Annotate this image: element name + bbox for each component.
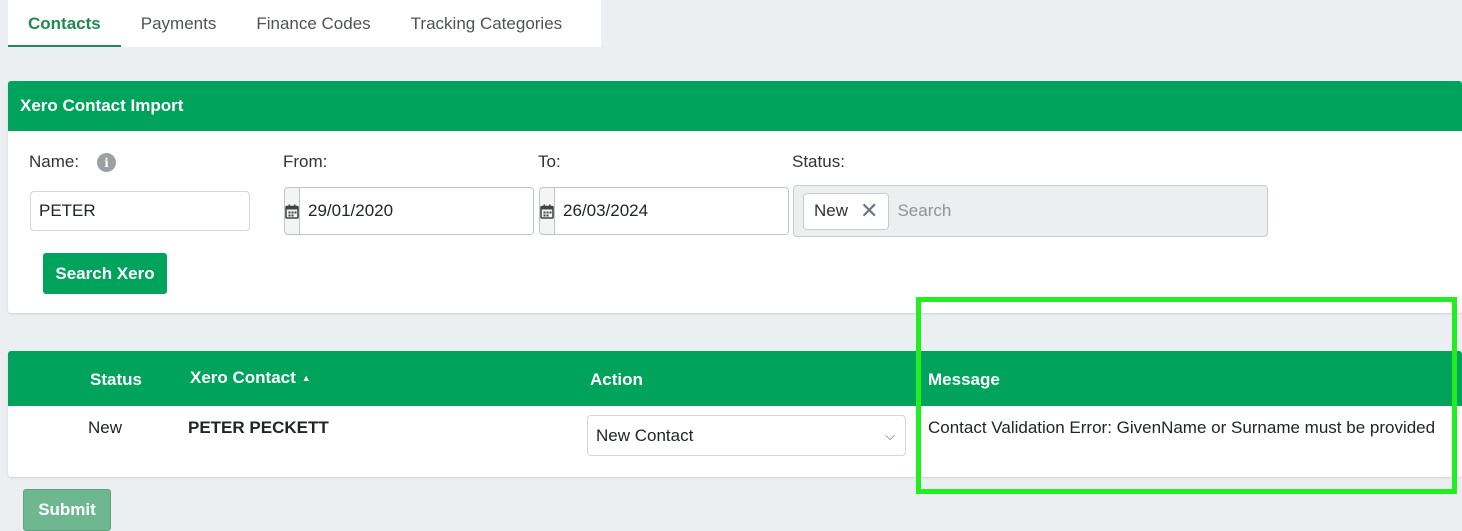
status-multiselect[interactable]: New ✕: [793, 185, 1268, 237]
from-date-field: [284, 187, 534, 235]
to-label: To:: [538, 152, 561, 171]
status-chip-label: New: [814, 201, 849, 220]
row-xero-contact: PETER PECKETT: [188, 418, 329, 437]
tab-tracking-categories[interactable]: Tracking Categories: [391, 0, 583, 47]
action-select[interactable]: New Contact ⌵: [587, 415, 906, 456]
column-header-action[interactable]: Action: [590, 370, 643, 390]
close-icon[interactable]: ✕: [860, 200, 878, 222]
calendar-icon[interactable]: [540, 188, 554, 234]
name-label: Name:: [29, 152, 80, 171]
row-status: New: [88, 418, 123, 437]
from-label: From:: [283, 152, 328, 171]
tab-payments[interactable]: Payments: [121, 0, 237, 47]
sort-ascending-icon: ▲: [301, 373, 311, 383]
tab-bar: Contacts Payments Finance Codes Tracking…: [8, 0, 601, 47]
submit-button[interactable]: Submit: [23, 489, 111, 531]
row-message: Contact Validation Error: GivenName or S…: [928, 418, 1436, 437]
action-select-value: New Contact: [596, 425, 694, 445]
from-date-input[interactable]: [299, 188, 533, 234]
results-table: Status Xero Contact ▲ Action Message New…: [8, 351, 1462, 477]
calendar-icon[interactable]: [285, 188, 299, 234]
table-header: Status Xero Contact ▲ Action Message: [8, 351, 1462, 406]
info-icon[interactable]: i: [97, 153, 116, 172]
column-header-xero-contact[interactable]: Xero Contact ▲: [190, 368, 311, 388]
chevron-down-icon: ⌵: [885, 427, 895, 443]
to-date-input[interactable]: [554, 188, 788, 234]
status-label: Status:: [792, 152, 845, 171]
name-input[interactable]: [30, 191, 250, 231]
tab-finance-codes[interactable]: Finance Codes: [236, 0, 390, 47]
card-title: Xero Contact Import: [8, 81, 1462, 131]
column-header-xero-contact-label: Xero Contact: [190, 368, 296, 387]
status-search-input[interactable]: [897, 201, 1198, 221]
to-date-field: [539, 187, 789, 235]
column-header-message[interactable]: Message: [928, 370, 1000, 390]
search-xero-button[interactable]: Search Xero: [43, 253, 167, 294]
column-header-status[interactable]: Status: [90, 370, 142, 390]
tab-contacts[interactable]: Contacts: [8, 0, 121, 47]
xero-contact-import-card: Xero Contact Import Name: i From: To: St…: [8, 81, 1462, 313]
status-chip: New ✕: [803, 192, 890, 230]
